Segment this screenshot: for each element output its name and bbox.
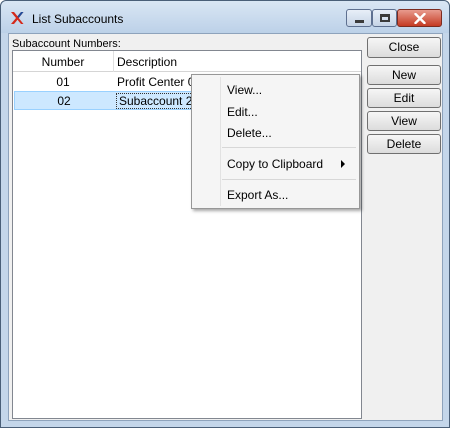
title-bar[interactable]: List Subaccounts	[1, 1, 449, 33]
column-header-number[interactable]: Number	[13, 55, 113, 69]
list-header: Number Description	[13, 51, 361, 72]
maximize-button[interactable]	[372, 9, 397, 27]
close-icon	[413, 12, 426, 24]
context-menu: View... Edit... Delete... Copy to Clipbo…	[191, 74, 360, 209]
column-header-description[interactable]: Description	[117, 55, 177, 69]
menu-item-export-as[interactable]: Export As...	[227, 188, 288, 202]
view-button[interactable]: View	[367, 111, 441, 131]
row-number: 01	[56, 75, 70, 89]
menu-separator	[222, 147, 356, 148]
close-button[interactable]: Close	[367, 37, 441, 58]
menu-gutter	[220, 77, 221, 206]
list-subaccounts-window: List Subaccounts Subaccount Numbers: Num…	[0, 0, 450, 428]
row-number: 02	[57, 94, 71, 108]
new-button[interactable]: New	[367, 65, 441, 85]
menu-separator	[222, 179, 356, 180]
submenu-arrow-icon	[341, 160, 345, 168]
xtuple-x-icon	[11, 12, 24, 24]
row-description: Profit Center 0	[117, 75, 195, 89]
menu-item-edit[interactable]: Edit...	[227, 105, 258, 119]
edit-button[interactable]: Edit	[367, 88, 441, 108]
close-window-button[interactable]	[397, 9, 442, 27]
maximize-icon	[379, 14, 390, 22]
menu-item-copy-to-clipboard[interactable]: Copy to Clipboard	[227, 157, 323, 171]
row-description: Subaccount 2	[116, 93, 196, 109]
column-divider[interactable]	[113, 51, 114, 72]
window-title: List Subaccounts	[32, 12, 124, 26]
subaccount-numbers-label: Subaccount Numbers:	[12, 38, 121, 50]
menu-item-delete[interactable]: Delete...	[227, 126, 272, 140]
minimize-button[interactable]	[346, 9, 372, 27]
menu-item-view[interactable]: View...	[227, 83, 262, 97]
delete-button[interactable]: Delete	[367, 134, 441, 154]
minimize-icon	[354, 19, 364, 23]
